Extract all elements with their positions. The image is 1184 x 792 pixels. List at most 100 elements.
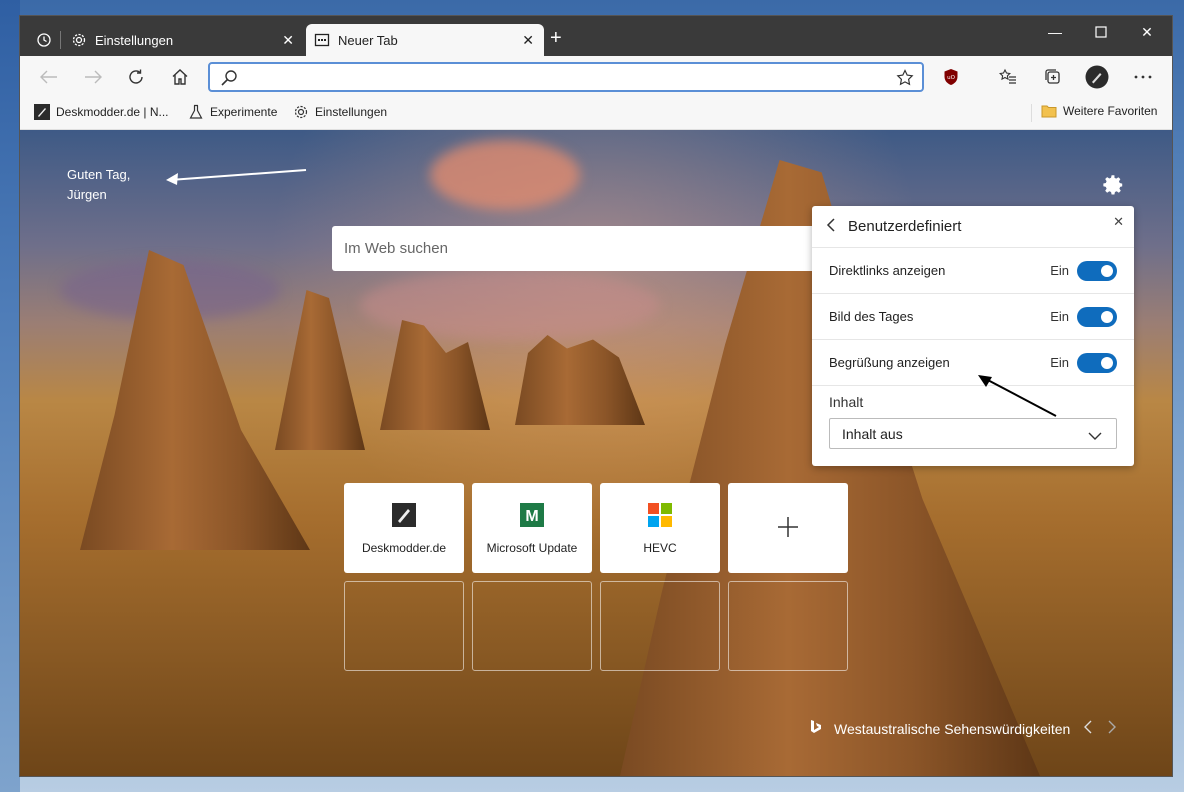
flask-icon: [189, 104, 203, 119]
search-icon: [220, 69, 238, 92]
empty-tile-slot: [472, 581, 592, 671]
chevron-left-icon[interactable]: [1084, 720, 1092, 737]
home-icon[interactable]: [167, 64, 193, 90]
greeting-line: Guten Tag,: [67, 167, 131, 182]
gear-icon: [71, 32, 87, 48]
greeting: Guten Tag, Jürgen: [67, 165, 130, 205]
background-cloud: [430, 140, 580, 210]
tab-strip: Einstellungen ✕ Neuer Tab ✕ + — ✕: [20, 16, 1172, 56]
favorite-more[interactable]: Weitere Favoriten: [1041, 104, 1157, 118]
profile-avatar-icon[interactable]: [1084, 64, 1110, 90]
close-tab-icon[interactable]: ✕: [522, 32, 534, 49]
setting-row-image-of-day: Bild des Tages Ein: [812, 294, 1134, 340]
collections-icon[interactable]: [1040, 64, 1066, 90]
tile-label: Microsoft Update: [486, 541, 578, 555]
caption-text: Westaustralische Sehenswürdigkeiten: [834, 720, 1071, 737]
history-icon[interactable]: [36, 32, 52, 48]
page-settings-gear-icon[interactable]: [1100, 172, 1126, 203]
setting-label: Direktlinks anzeigen: [829, 263, 946, 278]
annotation-arrow: [978, 375, 1057, 417]
content-select-value: Inhalt aus: [842, 425, 903, 442]
toggle-knob: [1101, 264, 1113, 277]
empty-tile-slot: [344, 581, 464, 671]
back-chevron-icon[interactable]: [826, 218, 836, 235]
back-icon[interactable]: [36, 64, 62, 90]
favorite-experimente[interactable]: Experimente: [188, 104, 277, 120]
favorite-label: Experimente: [210, 105, 278, 119]
tile-label: HEVC: [643, 541, 677, 555]
content-label: Inhalt: [829, 394, 864, 410]
tab-new-tab[interactable]: Neuer Tab ✕: [306, 24, 544, 56]
folder-icon: [1041, 105, 1057, 118]
deskmodder-icon: [34, 104, 50, 120]
tab-label: Neuer Tab: [338, 32, 398, 48]
search-placeholder: Im Web suchen: [344, 240, 448, 257]
empty-tile-slot: [600, 581, 720, 671]
panel-header: Benutzerdefiniert: [812, 206, 1134, 248]
content-select[interactable]: Inhalt aus: [829, 418, 1117, 449]
quicklink-tile-hevc[interactable]: HEVC: [600, 483, 720, 573]
plus-icon: [777, 516, 799, 541]
toggle-knob: [1101, 310, 1113, 323]
toggle-knob: [1101, 356, 1113, 369]
forward-icon[interactable]: [80, 64, 106, 90]
browser-window: Einstellungen ✕ Neuer Tab ✕ + — ✕ uO Des…: [20, 16, 1172, 776]
tab-separator: [60, 31, 61, 49]
favorite-star-icon[interactable]: [896, 69, 914, 92]
customize-panel: Benutzerdefiniert ✕ Direktlinks anzeigen…: [812, 206, 1134, 466]
tab-label: Einstellungen: [95, 32, 174, 48]
gear-icon: [294, 105, 308, 119]
favorite-label: Einstellungen: [315, 105, 388, 119]
background-rock: [515, 335, 645, 425]
ublock-icon[interactable]: uO: [938, 64, 964, 90]
setting-state: Ein: [1050, 309, 1069, 324]
favorites-bar: Deskmodder.de | N... Experimente Einstel…: [20, 96, 1172, 130]
new-tab-button[interactable]: +: [550, 28, 562, 48]
annotation-arrow: [166, 169, 307, 185]
close-tab-icon[interactable]: ✕: [282, 32, 294, 49]
setting-state: Ein: [1050, 263, 1069, 278]
favorites-list-icon[interactable]: [995, 64, 1021, 90]
setting-label: Begrüßung anzeigen: [829, 355, 950, 370]
chevron-down-icon: [1088, 428, 1102, 444]
empty-tile-slot: [728, 581, 848, 671]
desktop-background: [0, 0, 20, 792]
tile-label: Deskmodder.de: [361, 541, 447, 555]
quicklinks-toggle[interactable]: [1077, 260, 1117, 281]
web-search-input[interactable]: Im Web suchen: [332, 226, 816, 271]
setting-row-quicklinks: Direktlinks anzeigen Ein: [812, 248, 1134, 294]
refresh-icon[interactable]: [123, 64, 149, 90]
maximize-icon[interactable]: [1078, 16, 1124, 48]
favorite-label: Deskmodder.de | N...: [56, 105, 169, 119]
new-tab-page: Guten Tag, Jürgen Im Web suchen Benutzer…: [20, 130, 1172, 776]
favorite-label: Weitere Favoriten: [1063, 104, 1158, 118]
newtab-page-icon: [314, 32, 330, 48]
favbar-divider: [1031, 104, 1032, 122]
microsoft-logo-icon: [648, 503, 672, 527]
image-of-day-toggle[interactable]: [1077, 306, 1117, 327]
setting-state: Ein: [1050, 355, 1069, 370]
favorite-einstellungen[interactable]: Einstellungen: [293, 104, 387, 120]
deskmodder-icon: [392, 503, 416, 527]
minimize-icon[interactable]: —: [1032, 16, 1078, 48]
bing-icon: [810, 719, 822, 738]
close-icon[interactable]: ✕: [1113, 214, 1124, 230]
svg-text:uO: uO: [947, 75, 955, 81]
tab-settings[interactable]: Einstellungen ✕: [28, 24, 304, 56]
add-quicklink-tile[interactable]: [728, 483, 848, 573]
panel-title: Benutzerdefiniert: [848, 218, 962, 235]
more-menu-icon[interactable]: [1130, 64, 1156, 90]
greeting-toggle[interactable]: [1077, 352, 1117, 373]
setting-label: Bild des Tages: [829, 309, 914, 324]
favorite-deskmodder[interactable]: Deskmodder.de | N...: [34, 104, 169, 120]
background-rock: [275, 290, 365, 450]
chevron-right-icon[interactable]: [1108, 720, 1117, 737]
toolbar: uO: [20, 56, 1172, 96]
image-caption[interactable]: Westaustralische Sehenswürdigkeiten: [810, 719, 1117, 738]
quicklink-tile-microsoft-update[interactable]: M Microsoft Update: [472, 483, 592, 573]
svg-text:M: M: [525, 508, 538, 525]
quicklink-tile-deskmodder[interactable]: Deskmodder.de: [344, 483, 464, 573]
address-bar[interactable]: [208, 62, 924, 92]
close-window-icon[interactable]: ✕: [1124, 16, 1170, 48]
greeting-name: Jürgen: [67, 187, 107, 202]
